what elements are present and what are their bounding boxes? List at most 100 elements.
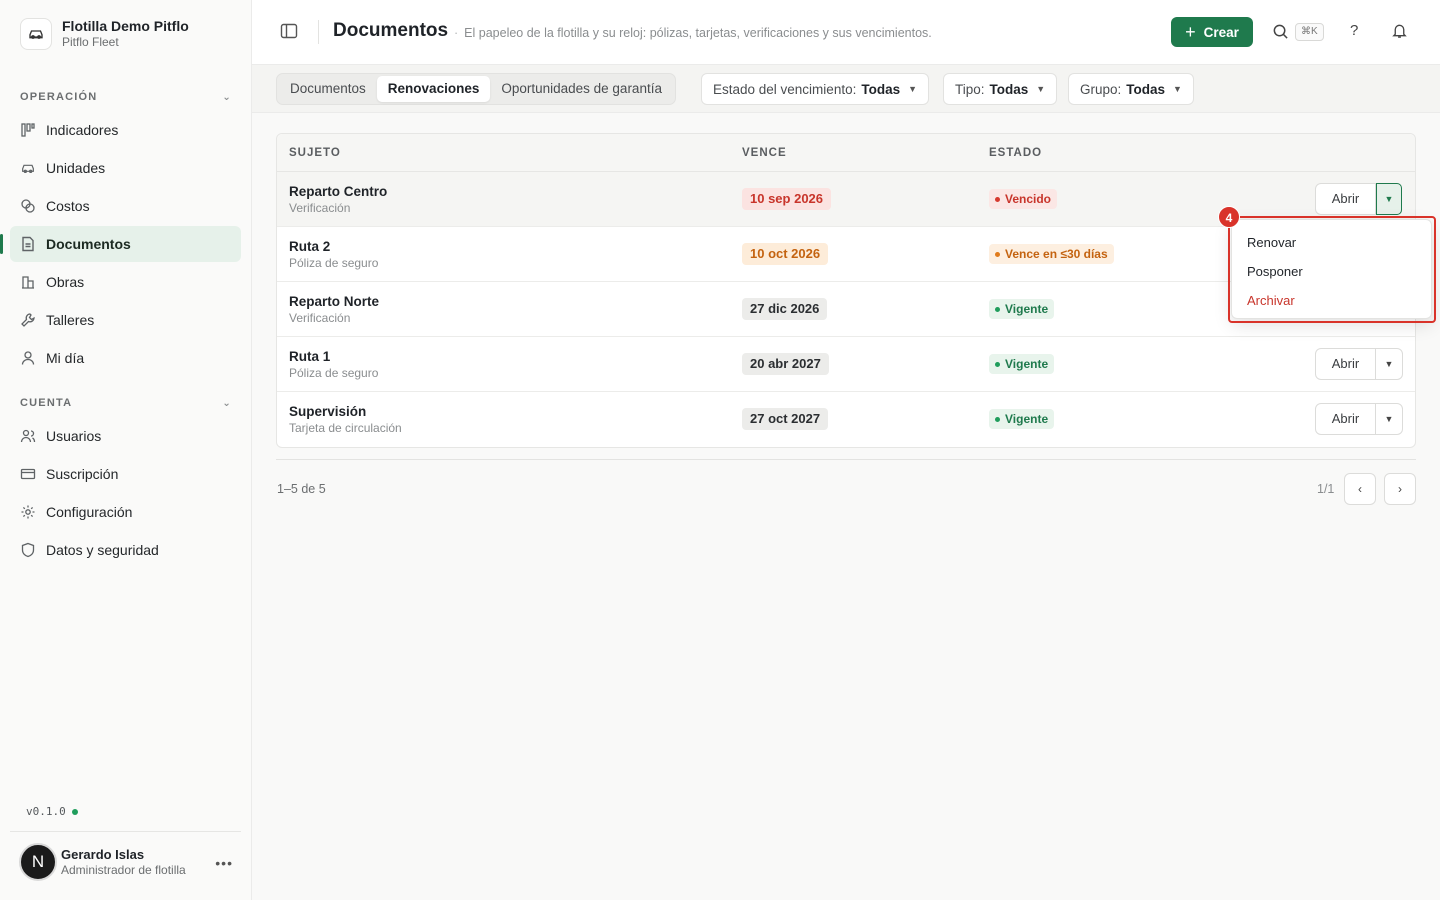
sidebar-item-obras[interactable]: Obras: [10, 264, 241, 300]
sidebar-item-suscripcion[interactable]: Suscripción: [10, 456, 241, 492]
open-button[interactable]: Abrir: [1316, 184, 1376, 214]
row-subject: Ruta 1: [289, 349, 331, 364]
prev-page-button[interactable]: ‹: [1344, 473, 1376, 505]
sidebar-item-usuarios[interactable]: Usuarios: [10, 418, 241, 454]
user-name: Gerardo Islas: [61, 846, 145, 862]
sidebar-item-label: Obras: [46, 274, 85, 290]
menu-item-posponer[interactable]: Posponer: [1232, 257, 1431, 286]
sidebar-item-talleres[interactable]: Talleres: [10, 302, 241, 338]
chevron-down-icon: ▼: [1173, 84, 1182, 94]
plus-icon: +: [1185, 22, 1196, 42]
create-button[interactable]: + Crear: [1171, 17, 1253, 47]
sidebar-item-label: Suscripción: [46, 466, 119, 482]
menu-item-renovar[interactable]: Renovar: [1232, 228, 1431, 257]
filter-toolbar: Documentos Renovaciones Oportunidades de…: [252, 64, 1440, 113]
row-actions: Abrir ▼: [1315, 403, 1403, 435]
sidebar-item-costos[interactable]: Costos: [10, 188, 241, 224]
status-dot: [995, 361, 1000, 367]
filter-tipo[interactable]: Tipo: Todas ▼: [943, 73, 1058, 105]
view-tabs: Documentos Renovaciones Oportunidades de…: [276, 73, 676, 105]
menu-item-archivar[interactable]: Archivar: [1232, 286, 1431, 315]
status-badge: Vencido: [989, 189, 1058, 209]
table-row[interactable]: Ruta 1 Póliza de seguro 20 abr 2027 Vige…: [277, 337, 1415, 392]
chevron-down-icon[interactable]: ▼: [1376, 183, 1402, 215]
chevron-down-icon: ⌄: [222, 91, 232, 103]
column-header-vence[interactable]: VENCE: [742, 147, 787, 159]
column-header-estado[interactable]: ESTADO: [989, 147, 1042, 159]
car-icon: [20, 160, 36, 176]
more-horizontal-icon[interactable]: •••: [215, 855, 233, 871]
divider: [318, 20, 319, 44]
filter-grupo[interactable]: Grupo: Todas ▼: [1068, 73, 1194, 105]
gear-icon: [20, 504, 36, 520]
annotation-badge: 4: [1218, 206, 1240, 228]
status-dot: [995, 196, 1000, 202]
divider: [276, 459, 1416, 460]
chevron-down-icon: ⌄: [222, 397, 232, 409]
chart-columns-icon: [20, 122, 36, 138]
bell-icon[interactable]: [1391, 22, 1409, 40]
shortcut-hint: ⌘K: [1295, 23, 1324, 41]
sidebar-item-unidades[interactable]: Unidades: [10, 150, 241, 186]
row-type: Tarjeta de circulación: [289, 421, 402, 435]
building-icon: [20, 274, 36, 290]
row-type: Póliza de seguro: [289, 256, 379, 270]
user-role: Administrador de flotilla: [61, 862, 186, 877]
version-text: v0.1.0: [26, 805, 66, 818]
expiry-date: 27 dic 2026: [742, 298, 828, 320]
credit-card-icon: [20, 466, 36, 482]
sidebar-item-datos-seguridad[interactable]: Datos y seguridad: [10, 532, 241, 568]
page-header: Documentos El papeleo de la flotilla y s…: [252, 0, 1440, 64]
app-version: v0.1.0: [26, 805, 78, 818]
chevron-down-icon: ▼: [1036, 84, 1046, 94]
sidebar-item-indicadores[interactable]: Indicadores: [10, 112, 241, 148]
expiry-date: 10 oct 2026: [742, 243, 829, 265]
nav-cuenta: Usuarios Suscripción Configuración Datos…: [10, 418, 241, 570]
status-label: Vigente: [1005, 302, 1049, 316]
status-badge: Vigente: [989, 409, 1055, 429]
sidebar-item-mi-dia[interactable]: Mi día: [10, 340, 241, 376]
section-title: OPERACIÓN: [20, 91, 98, 103]
expiry-date: 10 sep 2026: [742, 188, 832, 210]
user-icon: [20, 350, 36, 366]
filter-estado-vencimiento[interactable]: Estado del vencimiento: Todas ▼: [701, 73, 930, 105]
status-dot: [995, 251, 1000, 257]
row-action-menu: Renovar Posponer Archivar: [1231, 219, 1432, 319]
sidebar-item-configuracion[interactable]: Configuración: [10, 494, 241, 530]
filter-label: Tipo:: [955, 81, 985, 97]
chevron-right-icon: ›: [1398, 482, 1402, 496]
sidebar-toggle-icon[interactable]: [280, 22, 300, 42]
search-icon[interactable]: [1272, 23, 1290, 41]
status-label: Vencido: [1005, 192, 1052, 206]
open-button[interactable]: Abrir: [1316, 349, 1376, 379]
help-icon[interactable]: ?: [1350, 22, 1358, 39]
section-cuenta[interactable]: CUENTA ⌄: [20, 397, 232, 409]
sidebar-item-documentos[interactable]: Documentos: [0, 226, 241, 262]
coins-icon: [20, 198, 36, 214]
page-title: Documentos: [333, 20, 449, 41]
chevron-down-icon[interactable]: ▼: [1376, 404, 1402, 434]
row-actions: Abrir ▼: [1315, 183, 1402, 215]
expiry-date: 27 oct 2027: [742, 408, 829, 430]
sidebar-item-label: Unidades: [46, 160, 106, 176]
chevron-down-icon: ▼: [908, 84, 918, 94]
status-badge: Vence en ≤30 días: [989, 244, 1114, 264]
tab-renovaciones[interactable]: Renovaciones: [376, 76, 491, 102]
table-header: SUJETO VENCE ESTADO: [277, 134, 1415, 172]
open-button[interactable]: Abrir: [1316, 404, 1376, 434]
sidebar-item-label: Talleres: [46, 312, 95, 328]
table-row[interactable]: Supervisión Tarjeta de circulación 27 oc…: [277, 392, 1415, 447]
pagination-range: 1–5 de 5: [277, 482, 326, 496]
tab-oportunidades-garantia[interactable]: Oportunidades de garantía: [490, 76, 673, 102]
column-header-sujeto[interactable]: SUJETO: [289, 147, 341, 159]
status-badge: Vigente: [989, 354, 1055, 374]
car-logo-icon: [20, 18, 52, 50]
org-switcher[interactable]: Flotilla Demo Pitflo Pitflo Fleet: [20, 18, 189, 50]
user-menu[interactable]: N Gerardo Islas Administrador de flotill…: [19, 843, 241, 881]
chevron-down-icon[interactable]: ▼: [1376, 349, 1402, 379]
row-subject: Ruta 2: [289, 239, 331, 254]
sidebar-item-label: Configuración: [46, 504, 133, 520]
tab-documentos[interactable]: Documentos: [279, 76, 377, 102]
next-page-button[interactable]: ›: [1384, 473, 1416, 505]
section-operacion[interactable]: OPERACIÓN ⌄: [20, 91, 232, 103]
